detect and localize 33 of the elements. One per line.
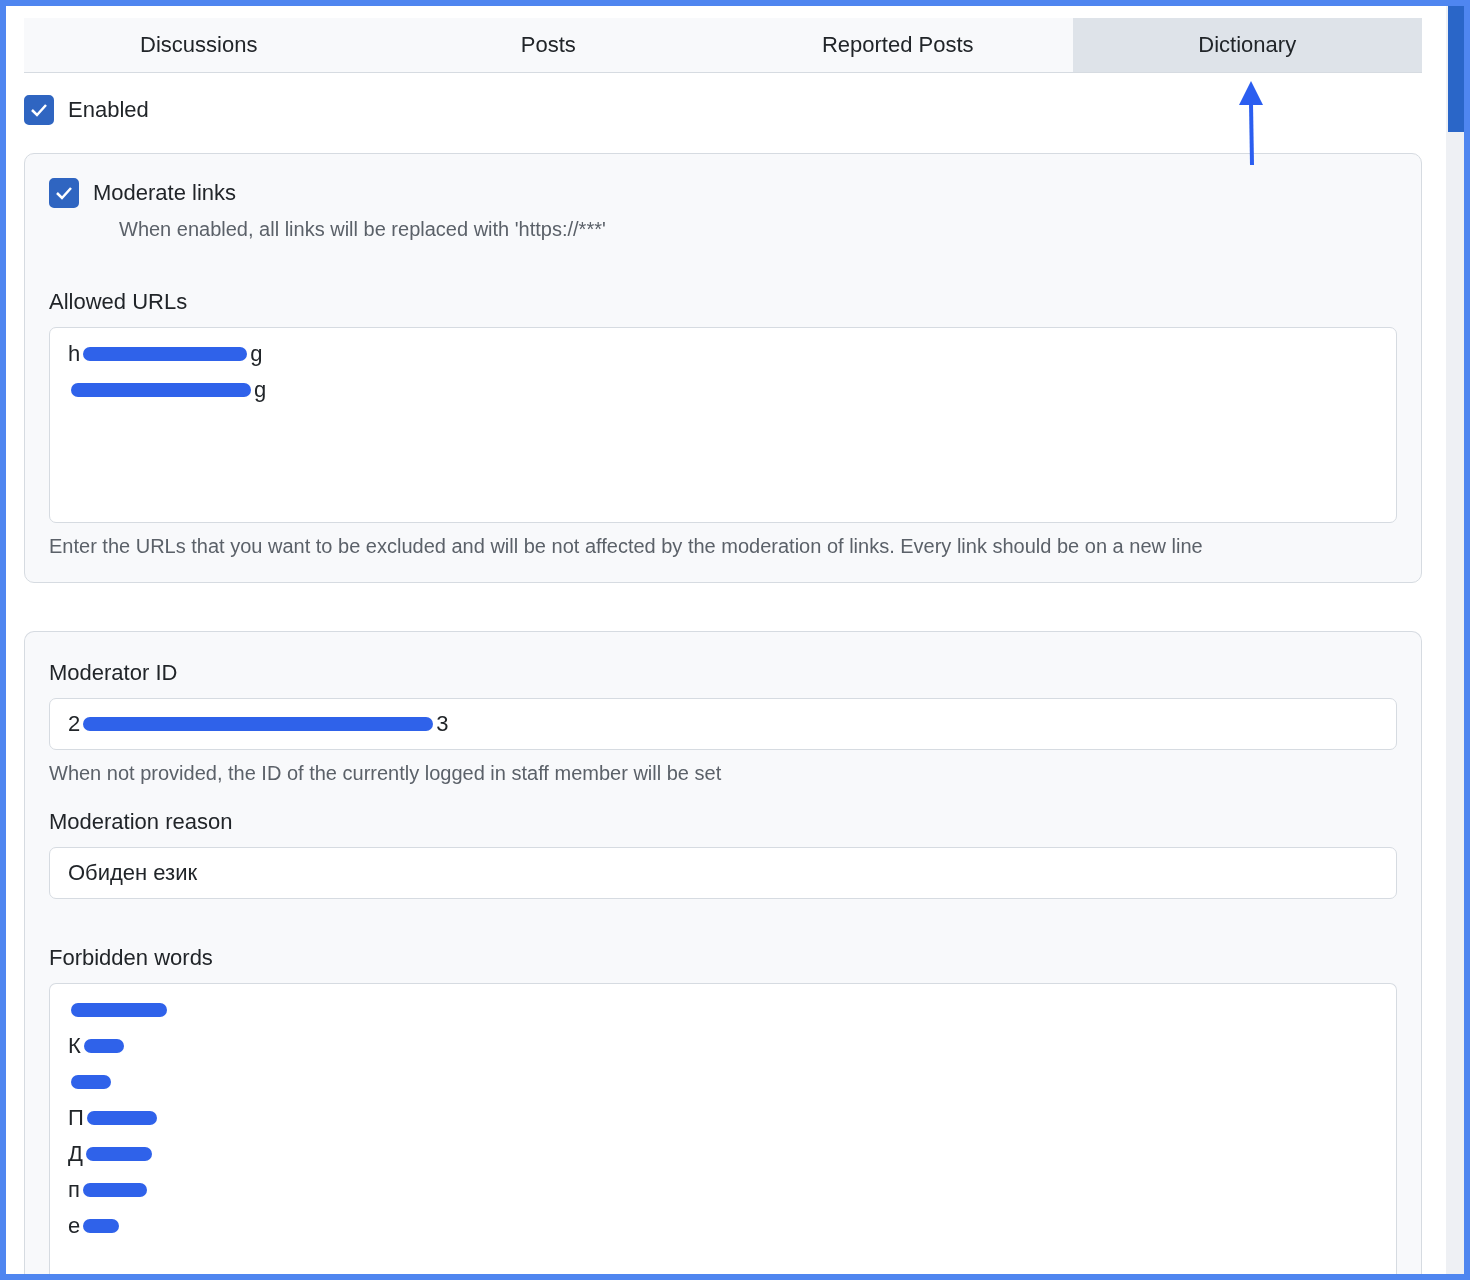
scrollbar[interactable] xyxy=(1446,6,1464,1274)
text-fragment: g xyxy=(250,340,263,367)
tab[interactable]: Discussions xyxy=(24,18,374,72)
field-label: Forbidden words xyxy=(49,945,214,971)
checkbox[interactable] xyxy=(24,95,54,125)
checkbox-label: Enabled xyxy=(68,97,149,123)
checkbox[interactable] xyxy=(49,178,79,208)
input-field[interactable]: 2 3 xyxy=(49,698,1397,750)
text-fragment: 3 xyxy=(436,711,449,737)
text-fragment: е xyxy=(68,1212,81,1239)
field-label: Allowed URLs xyxy=(49,289,189,315)
tab[interactable]: Reported Posts xyxy=(723,18,1073,72)
field-label: Moderation reason xyxy=(49,809,234,835)
scrollbar-thumb[interactable] xyxy=(1448,6,1464,132)
text-fragment: 2 xyxy=(68,711,81,737)
hint-text: When not provided, the ID of the currently logged in staff member will be set xyxy=(49,762,723,785)
checkbox-label: Moderate links xyxy=(93,180,237,206)
input-value: Обиден език xyxy=(68,860,198,886)
text-area[interactable]: К П Д п е xyxy=(49,983,1397,1274)
hint-text: Enter the URLs that you want to be excluded and will be not affected by the moderation of links. Every link should be on a new line xyxy=(49,535,1204,558)
text-fragment: Д xyxy=(68,1140,83,1167)
text-fragment: К xyxy=(68,1032,81,1059)
arrow-icon xyxy=(1238,79,1264,167)
text-fragment: g xyxy=(254,376,267,403)
field-label: Moderator ID xyxy=(49,660,179,686)
text-fragment: П xyxy=(68,1104,84,1131)
text-fragment: п xyxy=(68,1176,80,1203)
input-field[interactable]: Обиден език xyxy=(49,847,1397,899)
text-area[interactable]: h g g xyxy=(49,327,1397,523)
hint-text: When enabled, all links will be replaced with 'https://***' xyxy=(119,218,607,241)
tab[interactable]: Posts xyxy=(373,18,723,72)
text-fragment: h xyxy=(68,340,81,367)
tab[interactable]: Dictionary xyxy=(1072,18,1422,72)
